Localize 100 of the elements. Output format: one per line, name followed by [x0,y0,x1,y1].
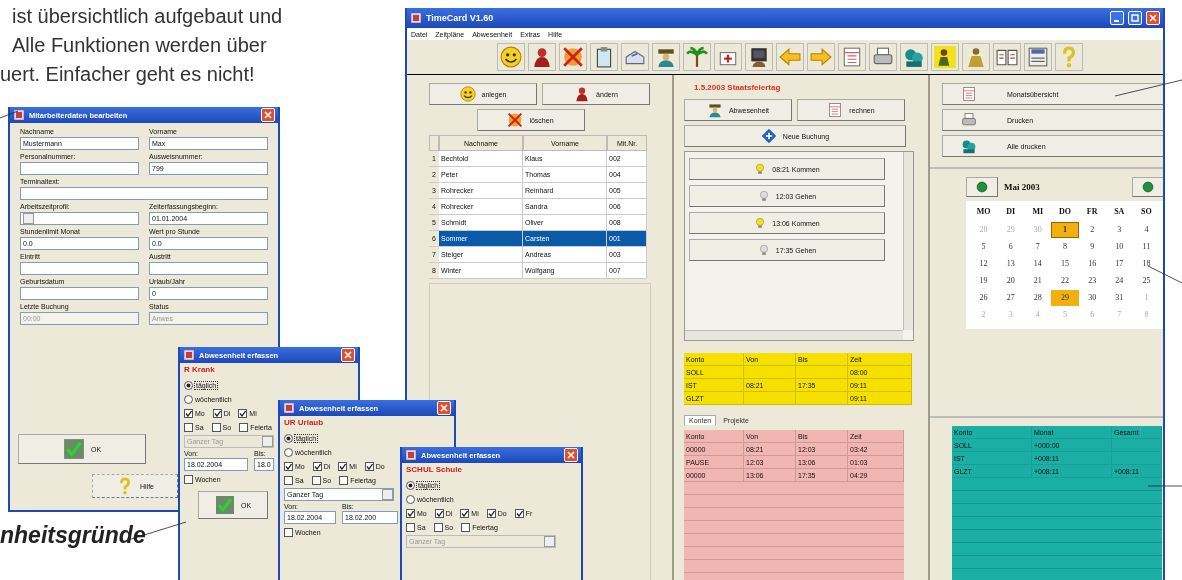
person-icon [965,46,987,68]
calendar-day[interactable]: 8 [1051,239,1079,255]
app-icon [410,12,422,24]
input-field[interactable] [20,287,139,300]
toolbar-button[interactable] [528,43,556,71]
toolbar-button[interactable] [590,43,618,71]
monitor-icon [748,46,770,68]
horizontal-scrollbar[interactable] [685,330,903,340]
close-button[interactable] [564,448,578,462]
weekday-header: MI [1031,207,1045,218]
calendar-day[interactable]: 26 [970,290,998,306]
empty-cell [744,366,796,379]
crossed-face-icon [507,112,524,128]
hat-figure-icon [706,102,723,118]
calendar-icon [827,102,844,118]
calendar-day[interactable]: 29 [1051,290,1079,306]
toolbar-button[interactable] [993,43,1021,71]
calendar-day[interactable]: 4 [1132,222,1160,238]
toolbar-button[interactable] [714,43,742,71]
absence-code: R Krank [184,365,216,376]
minimize-button[interactable] [1110,11,1124,25]
weekday-header: DI [1005,207,1017,218]
calendar-day[interactable]: 28 [1024,290,1052,306]
weekday-header: FR [1085,207,1099,218]
calendar-day[interactable]: 14 [1024,256,1052,272]
leader-line [1114,79,1182,97]
printer-icon [961,112,977,128]
calendar-day[interactable]: 10 [1105,239,1133,255]
mail-calendar-icon [1027,46,1049,68]
input-field[interactable] [149,262,268,275]
close-button[interactable] [261,108,275,122]
calendar-day[interactable]: 19 [970,273,998,289]
ball-icon [975,180,989,194]
toolbar-button[interactable] [900,43,928,71]
check-icon [515,509,523,517]
maximize-icon [1131,14,1139,22]
calendar-day[interactable]: 12 [970,256,998,272]
weekday-header: SO [1140,207,1153,218]
ball-icon [1141,180,1155,194]
calendar-day[interactable]: 13 [997,256,1025,272]
calendar-day[interactable]: 7 [1024,239,1052,255]
calendar-day[interactable]: 15 [1051,256,1079,272]
calendar-icon [841,46,863,68]
vertical-scrollbar[interactable] [903,152,913,330]
close-icon [1149,14,1157,22]
toolbar-button[interactable] [652,43,680,71]
calendar-day[interactable]: 21 [1024,273,1052,289]
leader-line [0,110,19,119]
app-icon [183,349,195,361]
toolbar-button[interactable] [683,43,711,71]
light-bulb-icon [754,163,767,175]
calendar-day[interactable]: 6 [997,239,1025,255]
input-field[interactable] [20,187,268,200]
calendar-day[interactable]: 20 [997,273,1025,289]
close-button[interactable] [437,401,451,415]
toolbar-button[interactable] [869,43,897,71]
empty-cell [1112,439,1162,452]
calendar-day[interactable]: 25 [1132,273,1160,289]
smiley-icon [500,46,522,68]
radio-dot-icon [186,382,191,388]
calendar-day[interactable]: 22 [1051,273,1079,289]
input-field[interactable] [20,262,139,275]
calendar-day[interactable]: 16 [1078,256,1106,272]
check-icon [213,409,221,417]
maximize-button[interactable] [1128,11,1142,25]
calendar-day[interactable]: 27 [997,290,1025,306]
toolbar-button[interactable] [931,43,959,71]
calendar-day[interactable]: 9 [1078,239,1106,255]
previous-month-button[interactable] [966,177,998,197]
toolbar-button[interactable] [745,43,773,71]
calendar-day[interactable]: 30 [1078,290,1106,306]
calendar-day[interactable]: 31 [1105,290,1133,306]
app-icon [283,402,295,414]
absence-code: SCHUL Schule [406,465,463,476]
calendar-day[interactable]: 24 [1105,273,1133,289]
calendar-day[interactable]: 2 [1078,222,1106,238]
calendar-day[interactable]: 5 [970,239,998,255]
calendar-day[interactable]: 1 [1051,222,1079,238]
close-button[interactable] [1146,11,1160,25]
toolbar-button[interactable] [621,43,649,71]
check-icon [365,462,373,470]
calendar-day[interactable]: 23 [1078,273,1106,289]
input-field[interactable] [20,162,139,175]
hat-figure-icon [655,46,677,68]
dropdown[interactable] [20,212,139,225]
next-month-button[interactable] [1132,177,1163,197]
check-icon [435,509,443,517]
crossed-face-icon [562,46,584,68]
heads-icon [903,46,925,68]
close-button[interactable] [341,348,355,362]
toolbar-button[interactable] [1024,43,1052,71]
toolbar-button[interactable] [559,43,587,71]
calendar-day[interactable]: 11 [1132,239,1160,255]
toolbar-button[interactable] [497,43,525,71]
calendar-day[interactable]: 18 [1132,256,1160,272]
calendar-day[interactable]: 3 [1105,222,1133,238]
light-bulb-icon [757,244,770,256]
figure-icon [531,46,553,68]
palm-tree-icon [686,46,708,68]
calendar-day[interactable]: 17 [1105,256,1133,272]
